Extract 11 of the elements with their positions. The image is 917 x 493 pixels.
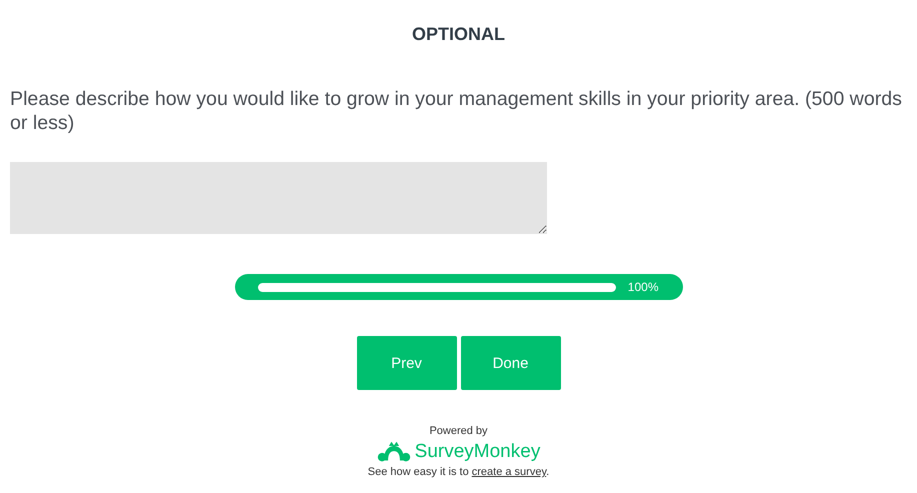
question-text: Please describe how you would like to grow in your management skills in your priority area. (500 words or less) [10, 87, 903, 135]
answer-box[interactable] [10, 162, 547, 234]
powered-by-text: Powered by [429, 425, 488, 437]
progress-reading: 100% [628, 280, 658, 294]
footer-text: See how easy it is to create a survey. [368, 466, 550, 478]
nav-button[interactable]: Done [460, 336, 560, 390]
monkey-logo-icon [376, 440, 411, 464]
create-survey-link[interactable]: create a survey [472, 466, 546, 478]
section-heading: OPTIONAL [411, 24, 506, 45]
nav-button[interactable]: Prev [356, 336, 456, 390]
brand-name: SurveyMonkey [414, 441, 540, 463]
